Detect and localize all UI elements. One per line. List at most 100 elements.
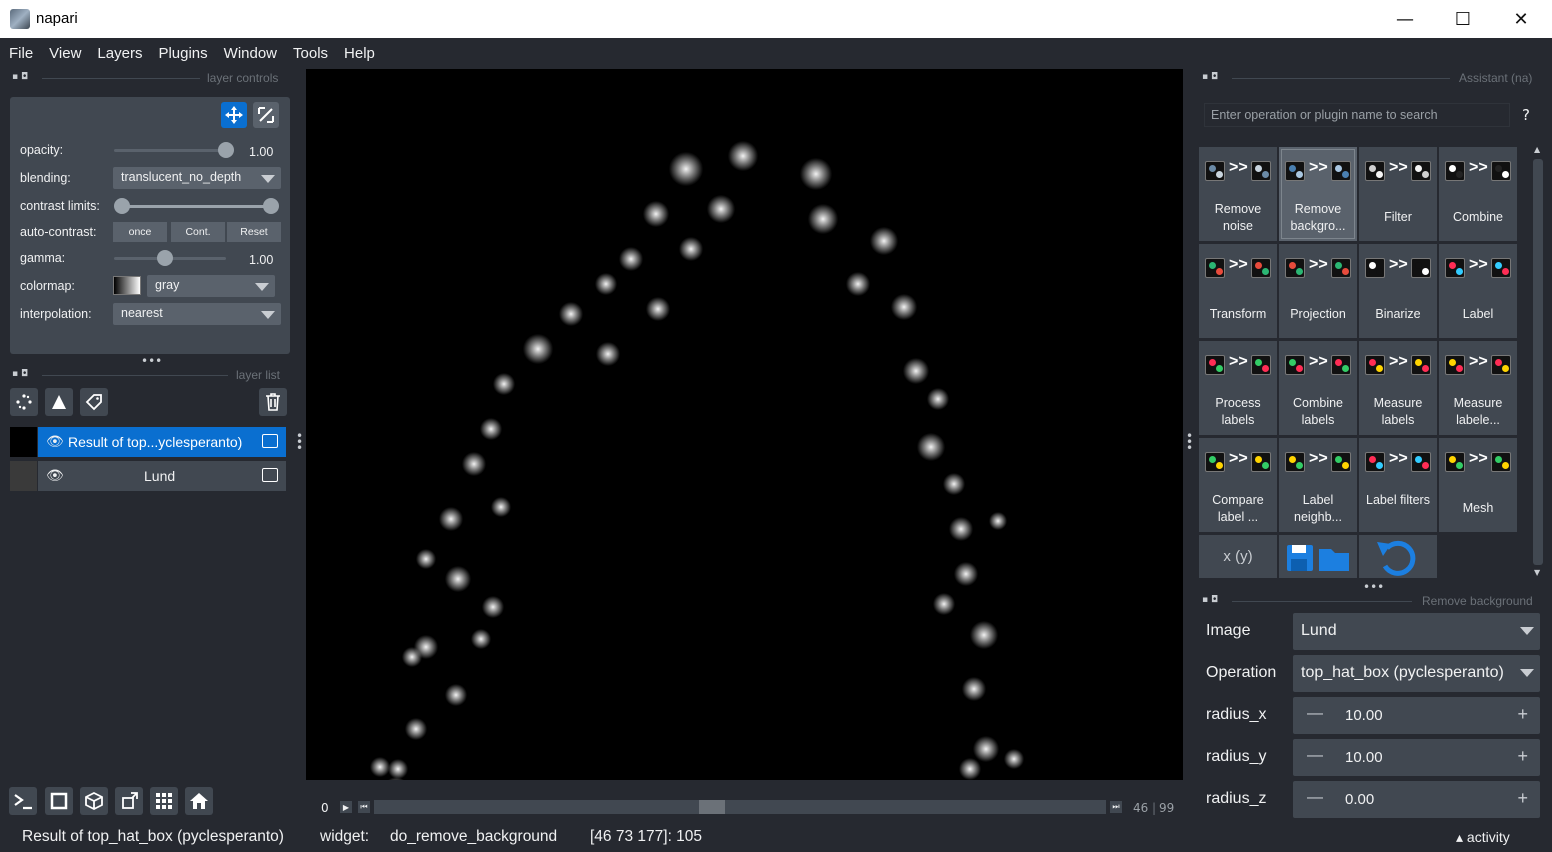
play-button[interactable]: ▶	[340, 801, 352, 813]
menu-help[interactable]: Help	[344, 45, 375, 62]
layer-name[interactable]: Lund	[144, 468, 175, 484]
decrement-button[interactable]: —	[1307, 705, 1323, 723]
right-dock-splitter[interactable]: • • •	[1186, 430, 1193, 454]
new-labels-layer-button[interactable]	[80, 388, 108, 416]
transform-button[interactable]	[253, 102, 279, 128]
shapes-icon	[52, 395, 66, 409]
minimize-button[interactable]: —	[1376, 0, 1434, 38]
operation-tile-remove-noise[interactable]: >> Remove noise	[1199, 147, 1277, 241]
dock-divider	[1232, 601, 1412, 602]
splitter-handle[interactable]: •••	[141, 354, 162, 368]
console-button[interactable]	[9, 787, 37, 815]
blending-dropdown[interactable]: translucent_no_depth	[113, 167, 281, 189]
roll-dims-button[interactable]	[115, 787, 143, 815]
operation-tile-label[interactable]: >> Label	[1439, 244, 1517, 338]
dock-float-icon[interactable]: ▪ ◘	[1202, 72, 1218, 82]
code-generation-button[interactable]: x (y)	[1199, 535, 1277, 578]
operation-tile-projection[interactable]: >> Projection	[1279, 244, 1357, 338]
radius-y-value[interactable]: 10.00	[1345, 749, 1383, 766]
image-label: Image	[1206, 622, 1251, 639]
gamma-slider-handle[interactable]	[157, 250, 173, 266]
help-button[interactable]: ?	[1522, 106, 1530, 124]
grid-view-button[interactable]	[150, 787, 178, 815]
splitter-handle[interactable]: •••	[1363, 580, 1384, 594]
close-button[interactable]: ✕	[1492, 0, 1550, 38]
radius-y-spinbox[interactable]: — 10.00 +	[1293, 739, 1540, 776]
menu-tools[interactable]: Tools	[293, 45, 328, 62]
operation-tile-measure-labele[interactable]: >> Measure labele...	[1439, 341, 1517, 435]
decrement-button[interactable]: —	[1307, 747, 1323, 765]
save-load-button[interactable]	[1279, 535, 1357, 578]
radius-z-spinbox[interactable]: — 0.00 +	[1293, 781, 1540, 818]
operation-tile-combine[interactable]: >> Combine	[1439, 147, 1517, 241]
visibility-eye-icon[interactable]: 👁	[46, 433, 64, 450]
operation-tile-compare-label[interactable]: >> Compare label ...	[1199, 438, 1277, 532]
maximize-button[interactable]: ☐	[1434, 0, 1492, 38]
auto-contrast-once-button[interactable]: once	[113, 222, 167, 242]
undo-button[interactable]	[1359, 535, 1437, 578]
auto-contrast-continuous-button[interactable]: Cont.	[171, 222, 225, 242]
operation-tile-binarize[interactable]: >> Binarize	[1359, 244, 1437, 338]
opacity-slider-handle[interactable]	[218, 142, 234, 158]
viewer-canvas[interactable]	[306, 69, 1183, 780]
vertical-splitter-handle[interactable]: • • •	[296, 430, 303, 454]
activity-button[interactable]: ▴ activity	[1456, 829, 1510, 846]
scroll-down-arrow[interactable]: ▼	[1534, 568, 1540, 577]
menu-layers[interactable]: Layers	[97, 45, 142, 62]
increment-button[interactable]: +	[1517, 788, 1528, 809]
menu-file[interactable]: File	[9, 45, 33, 62]
operation-tile-process-labels[interactable]: >> Process labels	[1199, 341, 1277, 435]
ndisplay-3d-button[interactable]	[80, 787, 108, 815]
tiles-scrollbar[interactable]: ▲ ▼	[1532, 145, 1544, 578]
menu-view[interactable]: View	[49, 45, 81, 62]
operation-search-input[interactable]: Enter operation or plugin name to search	[1204, 103, 1510, 127]
pan-zoom-button[interactable]	[221, 102, 247, 128]
scrollbar-handle[interactable]	[1533, 159, 1543, 565]
increment-button[interactable]: +	[1517, 704, 1528, 725]
dock-float-icon[interactable]: ▪ ◘	[12, 72, 28, 82]
operation-tile-label-filters[interactable]: >> Label filters	[1359, 438, 1437, 532]
visibility-eye-icon[interactable]: 👁	[46, 467, 64, 484]
dock-float-icon[interactable]: ▪ ◘	[1202, 595, 1218, 605]
new-shapes-layer-button[interactable]	[45, 388, 73, 416]
dims-slider-handle[interactable]	[698, 800, 725, 814]
menu-plugins[interactable]: Plugins	[158, 45, 207, 62]
interpolation-dropdown[interactable]: nearest	[113, 303, 281, 325]
image-dropdown[interactable]: Lund	[1293, 613, 1540, 650]
ndisplay-2d-button[interactable]	[45, 787, 73, 815]
operation-dropdown[interactable]: top_hat_box (pyclesperanto)	[1293, 655, 1540, 692]
operation-tile-mesh[interactable]: >> Mesh	[1439, 438, 1517, 532]
contrast-min-handle[interactable]	[114, 198, 130, 214]
dock-float-icon[interactable]: ▪ ◘	[12, 369, 28, 379]
radius-x-value[interactable]: 10.00	[1345, 707, 1383, 724]
step-back-button[interactable]: ⏮	[358, 801, 370, 813]
layer-row[interactable]: 👁 Lund	[10, 461, 286, 491]
dims-current-value[interactable]: 46	[1133, 801, 1148, 815]
contrast-limits-slider[interactable]	[122, 205, 272, 208]
dims-separator: |	[1152, 801, 1157, 815]
new-points-layer-button[interactable]	[10, 388, 38, 416]
colormap-dropdown[interactable]: gray	[147, 275, 275, 297]
decrement-button[interactable]: —	[1307, 789, 1323, 807]
operation-tile-measure-labels[interactable]: >> Measure labels	[1359, 341, 1437, 435]
radius-z-value[interactable]: 0.00	[1345, 791, 1374, 808]
step-forward-button[interactable]: ⏭	[1110, 801, 1122, 813]
operation-tile-transform[interactable]: >> Transform	[1199, 244, 1277, 338]
operation-tile-label-neighb[interactable]: >> Label neighb...	[1279, 438, 1357, 532]
opacity-slider[interactable]	[114, 149, 226, 152]
dims-slider[interactable]	[374, 800, 1106, 814]
contrast-max-handle[interactable]	[263, 198, 279, 214]
operation-tile-combine-labels[interactable]: >> Combine labels	[1279, 341, 1357, 435]
menu-window[interactable]: Window	[224, 45, 277, 62]
operation-tile-filter[interactable]: >> Filter	[1359, 147, 1437, 241]
layer-name[interactable]: Result of top...yclesperanto)	[68, 434, 242, 450]
operation-tile-remove-backgro[interactable]: >> Remove backgro...	[1279, 147, 1357, 241]
layer-thumbnail	[10, 461, 38, 491]
increment-button[interactable]: +	[1517, 746, 1528, 767]
layer-row[interactable]: 👁 Result of top...yclesperanto)	[10, 427, 286, 457]
radius-x-spinbox[interactable]: — 10.00 +	[1293, 697, 1540, 734]
auto-contrast-reset-button[interactable]: Reset	[227, 222, 281, 242]
home-button[interactable]	[185, 787, 213, 815]
scroll-up-arrow[interactable]: ▲	[1534, 145, 1540, 154]
delete-layer-button[interactable]	[259, 388, 287, 416]
